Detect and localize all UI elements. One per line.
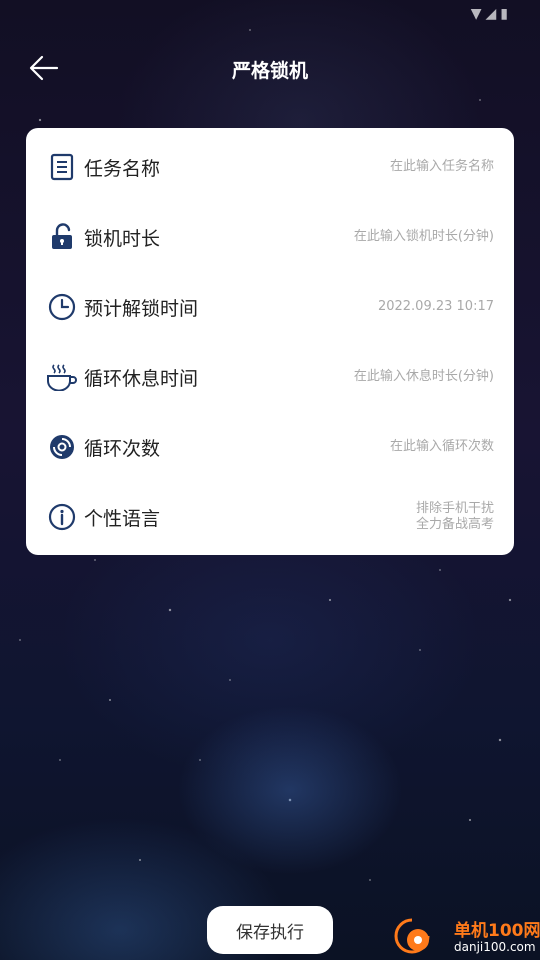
coffee-cup-icon xyxy=(46,361,78,393)
message-line-1: 排除手机干扰 xyxy=(415,501,494,516)
app-screen: ▼◢▮ 严格锁机 任务名称 在此输入任务名称 锁机时长 在此输入锁机时长(分钟)… xyxy=(0,0,540,960)
watermark-brand: 单机100网 xyxy=(454,921,540,941)
row-estimated-unlock-time[interactable]: 预计解锁时间 2022.09.23 10:17 xyxy=(26,272,514,342)
save-execute-button[interactable]: 保存执行 xyxy=(207,906,333,954)
watermark-domain: danji100.com xyxy=(454,940,536,954)
clock-icon xyxy=(46,291,78,323)
cycle-icon xyxy=(46,431,78,463)
row-label: 预计解锁时间 xyxy=(84,297,199,320)
page-title: 严格锁机 xyxy=(231,60,308,82)
task-name-input[interactable]: 在此输入任务名称 xyxy=(390,159,494,175)
status-icons: ▼◢▮ xyxy=(471,6,512,22)
personal-message-input[interactable]: 排除手机干扰 全力备战高考 xyxy=(416,501,494,533)
watermark-logo-icon xyxy=(394,918,430,954)
row-label: 锁机时长 xyxy=(84,227,161,250)
row-lock-duration[interactable]: 锁机时长 在此输入锁机时长(分钟) xyxy=(26,202,514,272)
settings-card: 任务名称 在此输入任务名称 锁机时长 在此输入锁机时长(分钟) 预计解锁时间 2… xyxy=(26,128,514,555)
status-bar: ▼◢▮ xyxy=(0,0,540,28)
header: 严格锁机 xyxy=(0,40,540,96)
cycle-count-input[interactable]: 在此输入循环次数 xyxy=(390,439,494,455)
row-label: 循环休息时间 xyxy=(84,367,199,390)
message-line-2: 全力备战高考 xyxy=(415,517,494,532)
wifi-icon: ▼ xyxy=(470,6,486,22)
rest-time-input[interactable]: 在此输入休息时长(分钟) xyxy=(354,369,494,385)
unlock-icon xyxy=(46,221,78,253)
lock-duration-input[interactable]: 在此输入锁机时长(分钟) xyxy=(354,229,494,245)
unlock-time-value: 2022.09.23 10:17 xyxy=(377,299,494,314)
row-cycle-count[interactable]: 循环次数 在此输入循环次数 xyxy=(26,412,514,482)
row-task-name[interactable]: 任务名称 在此输入任务名称 xyxy=(26,132,514,202)
row-personal-message[interactable]: 个性语言 排除手机干扰 全力备战高考 xyxy=(26,482,514,552)
row-label: 循环次数 xyxy=(84,437,161,460)
document-icon xyxy=(46,151,78,183)
info-icon xyxy=(46,501,78,533)
row-label: 任务名称 xyxy=(84,157,161,180)
row-label: 个性语言 xyxy=(84,507,161,530)
signal-icon: ◢ xyxy=(485,6,501,22)
row-cycle-rest-time[interactable]: 循环休息时间 在此输入休息时长(分钟) xyxy=(26,342,514,412)
watermark: 单机100网 danji100.com xyxy=(392,914,540,960)
battery-icon: ▮ xyxy=(500,6,512,22)
